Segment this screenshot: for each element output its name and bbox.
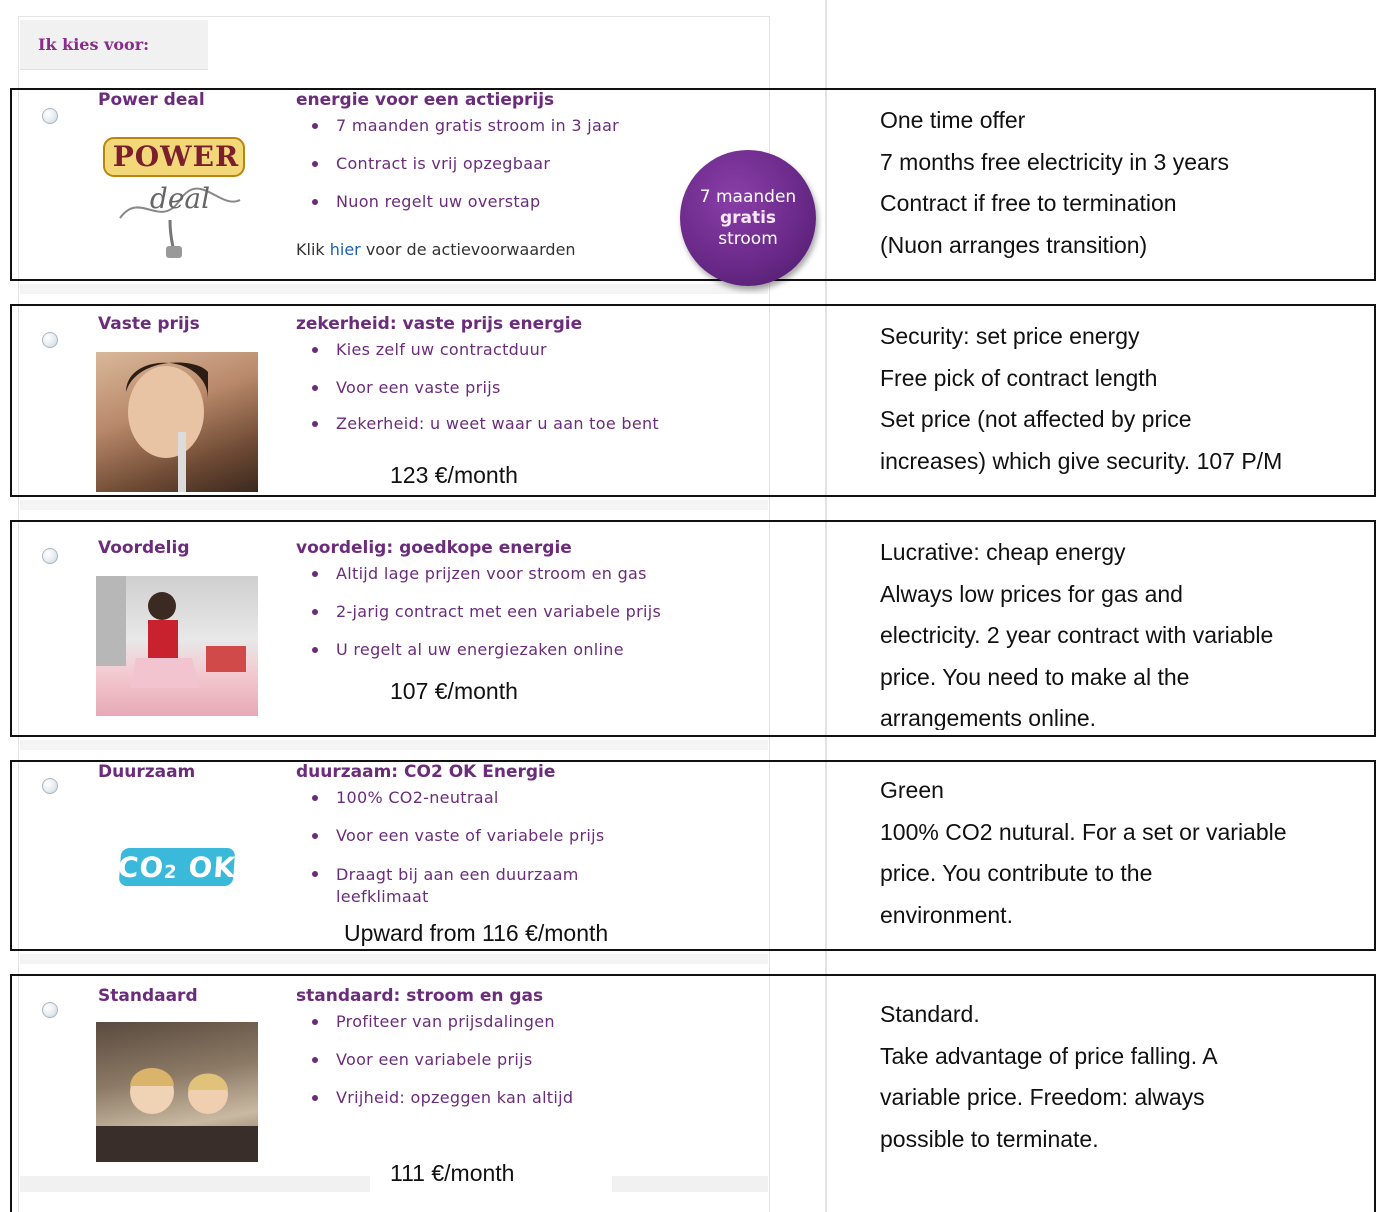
plan-bullet: Altijd lage prijzen voor stroom en gas bbox=[296, 564, 661, 602]
free-power-badge: 7 maanden gratis stroom bbox=[680, 150, 816, 286]
plan-bullet: Nuon regelt uw overstap bbox=[296, 192, 619, 230]
row-separator bbox=[20, 740, 768, 750]
children-photo bbox=[96, 1022, 258, 1162]
desc-line: Green bbox=[880, 777, 944, 803]
plan-bullets: 7 maanden gratis stroom in 3 jaar Contra… bbox=[296, 116, 619, 230]
plan-title: duurzaam: CO2 OK Energie bbox=[296, 762, 556, 782]
plan-description: Green 100% CO2 nutural. For a set or var… bbox=[880, 770, 1287, 936]
desc-line: Free pick of contract length bbox=[880, 364, 1158, 391]
plan-radio-vaste-prijs[interactable] bbox=[42, 332, 58, 348]
plan-bullet: Kies zelf uw contractduur bbox=[296, 340, 659, 378]
plan-bullet: Voor een vaste of variabele prijs bbox=[296, 826, 626, 864]
plan-bullet: 7 maanden gratis stroom in 3 jaar bbox=[296, 116, 619, 154]
desc-line: electricity. 2 year contract with variab… bbox=[880, 622, 1274, 648]
plan-price: Upward from 116 €/month bbox=[344, 920, 609, 946]
plan-name: Power deal bbox=[98, 90, 205, 110]
woman-photo-graphic bbox=[126, 362, 208, 492]
woman-kitchen-photo bbox=[96, 576, 258, 716]
desc-line: environment. bbox=[880, 901, 1013, 928]
plan-radio-duurzaam[interactable] bbox=[42, 778, 58, 794]
co2-logo-main: CO bbox=[116, 850, 166, 884]
plan-name: Vaste prijs bbox=[98, 314, 200, 334]
desc-line: 7 months free electricity in 3 years bbox=[880, 148, 1229, 175]
desc-line: Contract if free to termination bbox=[880, 190, 1177, 216]
plan-radio-voordelig[interactable] bbox=[42, 548, 58, 564]
desc-line: arrangements online. bbox=[880, 705, 1097, 730]
co2-logo-tail: OK bbox=[176, 850, 238, 884]
desc-line: possible to terminate. bbox=[880, 1125, 1099, 1152]
power-deal-logo: POWER deal bbox=[100, 130, 250, 260]
desc-line: Standard. bbox=[880, 1001, 980, 1027]
desc-line: Take advantage of price falling. A bbox=[880, 1042, 1218, 1069]
plan-bullet: Voor een variabele prijs bbox=[296, 1050, 573, 1088]
plan-description: Security: set price energy Free pick of … bbox=[880, 316, 1282, 482]
plan-bullets: 100% CO2-neutraal Voor een vaste of vari… bbox=[296, 788, 626, 908]
plan-title: voordelig: goedkope energie bbox=[296, 538, 572, 558]
plan-price: 111 €/month bbox=[390, 1160, 515, 1186]
desc-line: variable price. Freedom: always bbox=[880, 1084, 1205, 1110]
plan-bullet: Profiteer van prijsdalingen bbox=[296, 1012, 573, 1050]
conditions-text: Klik hier voor de actievoorwaarden bbox=[296, 240, 576, 259]
desc-line: increases) which give security. 107 P/M bbox=[880, 447, 1283, 474]
plan-radio-standaard[interactable] bbox=[42, 1002, 58, 1018]
conditions-link[interactable]: hier bbox=[330, 240, 361, 259]
badge-line2: gratis bbox=[719, 207, 777, 228]
woman-kitchen-photo-graphic bbox=[96, 576, 246, 688]
choice-header-label: Ik kies voor: bbox=[38, 35, 150, 54]
woman-photo bbox=[96, 352, 258, 492]
desc-line: Security: set price energy bbox=[880, 323, 1140, 349]
co2-ok-logo: CO 2 OK bbox=[116, 848, 238, 886]
plan-radio-power-deal[interactable] bbox=[42, 108, 58, 124]
plan-title: energie voor een actieprijs bbox=[296, 90, 555, 110]
row-separator bbox=[20, 500, 768, 510]
desc-line: One time offer bbox=[880, 107, 1026, 133]
plan-bullet: 2-jarig contract met een variabele prijs bbox=[296, 602, 661, 640]
plan-title: standaard: stroom en gas bbox=[296, 986, 544, 1006]
plan-bullet: 100% CO2-neutraal bbox=[296, 788, 626, 826]
plan-name: Voordelig bbox=[98, 538, 190, 558]
desc-line: price. You need to make al the bbox=[880, 663, 1190, 690]
plan-row-standaard: Standaard standaard: stroom en gas Profi… bbox=[10, 974, 1376, 1212]
plan-bullets: Altijd lage prijzen voor stroom en gas 2… bbox=[296, 564, 661, 678]
badge-line3: stroom bbox=[718, 228, 778, 249]
plan-bullet: U regelt al uw energiezaken online bbox=[296, 640, 661, 678]
children-photo-graphic bbox=[96, 1068, 258, 1162]
plan-bullet: Vrijheid: opzeggen kan altijd bbox=[296, 1088, 573, 1126]
desc-line: 100% CO2 nutural. For a set or variable bbox=[880, 818, 1287, 845]
plan-bullets: Kies zelf uw contractduur Voor een vaste… bbox=[296, 340, 659, 450]
plan-row-duurzaam: Duurzaam CO 2 OK duurzaam: CO2 OK Energie… bbox=[10, 760, 1376, 951]
plan-bullet: Zekerheid: u weet waar u aan toe bent bbox=[296, 414, 659, 450]
plan-bullets: Profiteer van prijsdalingen Voor een var… bbox=[296, 1012, 573, 1126]
plan-price: 107 €/month bbox=[390, 678, 518, 704]
desc-line: Set price (not affected by price bbox=[880, 406, 1192, 432]
power-deal-logo-word2: deal bbox=[149, 182, 211, 215]
plan-description: Lucrative: cheap energy Always low price… bbox=[880, 532, 1273, 730]
plan-price: 123 €/month bbox=[390, 462, 518, 488]
conditions-prefix: Klik bbox=[296, 240, 330, 259]
plan-name: Duurzaam bbox=[98, 762, 196, 782]
power-deal-logo-word1: POWER bbox=[112, 140, 240, 173]
row-separator bbox=[20, 954, 768, 964]
plan-description: Standard. Take advantage of price fallin… bbox=[880, 994, 1218, 1160]
plan-row-voordelig: Voordelig voordelig: goedkope energie Al… bbox=[10, 520, 1376, 737]
desc-line: price. You contribute to the bbox=[880, 860, 1153, 886]
plan-bullet: Draagt bij aan een duurzaam leefklimaat bbox=[296, 864, 626, 908]
choice-header: Ik kies voor: bbox=[20, 20, 208, 70]
row-separator bbox=[20, 284, 768, 294]
badge-line1: 7 maanden bbox=[699, 186, 797, 207]
plan-row-vaste-prijs: Vaste prijs zekerheid: vaste prijs energ… bbox=[10, 304, 1376, 497]
plan-name: Standaard bbox=[98, 986, 198, 1006]
desc-line: Always low prices for gas and bbox=[880, 580, 1183, 607]
conditions-suffix: voor de actievoorwaarden bbox=[360, 240, 576, 259]
plan-title: zekerheid: vaste prijs energie bbox=[296, 314, 583, 334]
desc-line: (Nuon arranges transition) bbox=[880, 231, 1148, 258]
plan-description: One time offer 7 months free electricity… bbox=[880, 100, 1229, 266]
desc-line: Lucrative: cheap energy bbox=[880, 539, 1126, 565]
plan-bullet: Contract is vrij opzegbaar bbox=[296, 154, 619, 192]
plan-row-power-deal: Power deal POWER deal energie voor een a… bbox=[10, 88, 1376, 286]
plan-bullet: Voor een vaste prijs bbox=[296, 378, 659, 414]
